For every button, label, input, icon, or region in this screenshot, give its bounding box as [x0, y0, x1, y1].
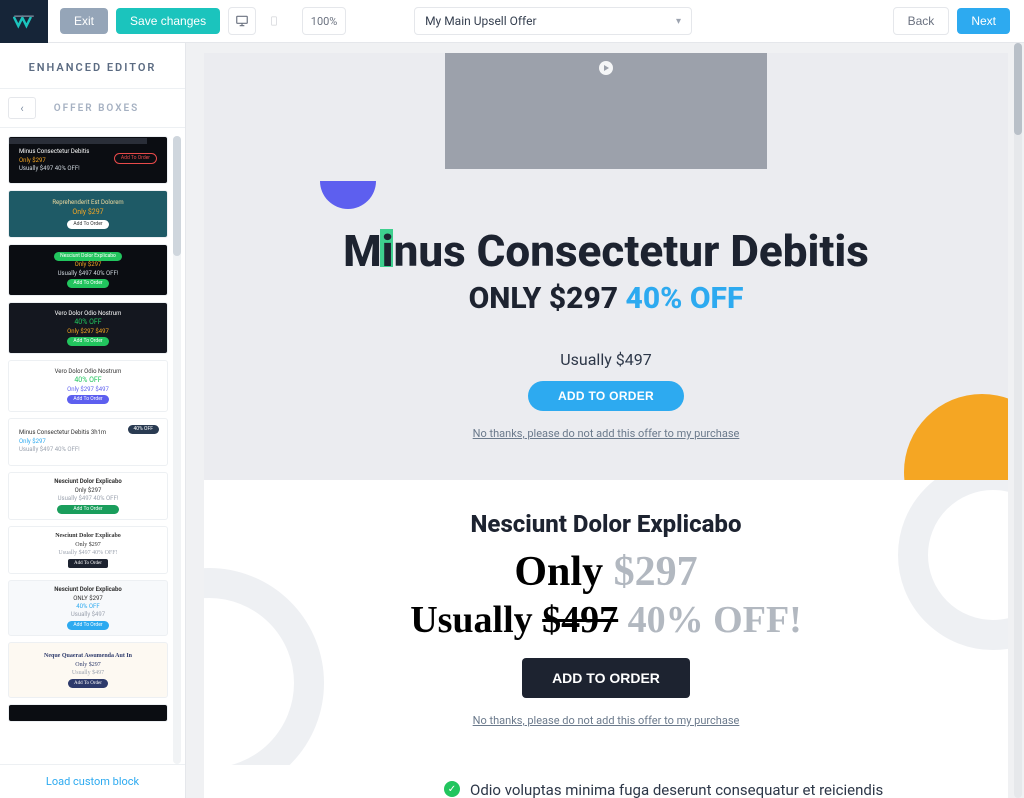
- template-thumb-4[interactable]: Vero Dolor Odio Nostrum 40% OFF Only $29…: [8, 302, 168, 354]
- section-breadcrumb: ‹ OFFER BOXES: [0, 88, 185, 128]
- template-thumb-6[interactable]: Minus Consectetur Debitis 3h1m Only $297…: [8, 418, 168, 466]
- template-thumb-2[interactable]: Reprehenderit Est Dolorem Only $297 Add …: [8, 190, 168, 238]
- zoom-level[interactable]: 100%: [302, 7, 346, 35]
- load-custom-block-button[interactable]: Load custom block: [0, 764, 185, 798]
- sidebar-scrollbar-thumb[interactable]: [173, 136, 181, 256]
- template-list: Minus Consectetur Debitis Only $297 Usua…: [0, 136, 185, 764]
- exit-button[interactable]: Exit: [60, 8, 108, 34]
- play-icon: [599, 61, 613, 75]
- template-thumb-1[interactable]: Minus Consectetur Debitis Only $297 Usua…: [8, 136, 168, 184]
- canvas-scrollbar-thumb[interactable]: [1014, 43, 1022, 135]
- template-thumb-10[interactable]: Neque Quaerat Assumenda Aut In Only $297…: [8, 642, 168, 698]
- mobile-view-button[interactable]: [260, 7, 288, 35]
- back-button[interactable]: Back: [893, 7, 950, 35]
- canvas: Minus Consectetur Debitis ONLY $297 40% …: [186, 43, 1024, 798]
- template-thumb-11[interactable]: [8, 704, 168, 722]
- device-toggle-group: [228, 7, 288, 35]
- add-to-order-button-2[interactable]: ADD TO ORDER: [522, 658, 690, 698]
- decoration-circle: [904, 394, 1008, 480]
- logo-icon: [11, 8, 37, 34]
- block2-title[interactable]: Nesciunt Dolor Explicabo: [204, 510, 1008, 538]
- template-thumb-9[interactable]: Nesciunt Dolor Explicabo ONLY $297 40% O…: [8, 580, 168, 636]
- offer-select[interactable]: My Main Upsell Offer ▾: [414, 7, 692, 35]
- sidebar-back-button[interactable]: ‹: [8, 97, 36, 119]
- template-thumb-7[interactable]: Nesciunt Dolor Explicabo Only $297 Usual…: [8, 472, 168, 520]
- page-preview[interactable]: Minus Consectetur Debitis ONLY $297 40% …: [204, 53, 1008, 798]
- no-thanks-link-2[interactable]: No thanks, please do not add this offer …: [204, 714, 1008, 727]
- no-thanks-link[interactable]: No thanks, please do not add this offer …: [204, 427, 1008, 440]
- mobile-icon: [269, 14, 279, 28]
- sidebar: ENHANCED EDITOR ‹ OFFER BOXES Minus Cons…: [0, 43, 186, 798]
- app-logo[interactable]: [0, 0, 48, 43]
- bullets-block[interactable]: ✓ Odio voluptas minima fuga deserunt con…: [204, 765, 1008, 798]
- topbar: Exit Save changes 100% My Main Upsell Of…: [0, 0, 1024, 43]
- hero-block[interactable]: Minus Consectetur Debitis ONLY $297 40% …: [204, 53, 1008, 480]
- offer-block-2[interactable]: Nesciunt Dolor Explicabo Only $297 Usual…: [204, 480, 1008, 765]
- canvas-scrollbar-track: [1014, 43, 1022, 798]
- video-placeholder[interactable]: [445, 53, 767, 169]
- bullet-text: Odio voluptas minima fuga deserunt conse…: [470, 779, 948, 798]
- chevron-down-icon: ▾: [676, 16, 681, 27]
- offer-select-value: My Main Upsell Offer: [425, 14, 536, 28]
- section-title: OFFER BOXES: [36, 103, 185, 114]
- template-thumb-3[interactable]: Nesciunt Dolor Explicabo Only $297 Usual…: [8, 244, 168, 296]
- template-thumb-5[interactable]: Vero Dolor Odio Nostrum 40% OFF Only $29…: [8, 360, 168, 412]
- desktop-icon: [235, 14, 249, 28]
- check-icon: ✓: [444, 781, 460, 797]
- bullet-item[interactable]: ✓ Odio voluptas minima fuga deserunt con…: [444, 779, 948, 798]
- decoration-semicircle: [320, 181, 376, 209]
- desktop-view-button[interactable]: [228, 7, 256, 35]
- hero-heading[interactable]: Minus Consectetur Debitis: [204, 225, 1008, 277]
- add-to-order-button[interactable]: ADD TO ORDER: [528, 381, 684, 411]
- sidebar-title: ENHANCED EDITOR: [0, 43, 185, 88]
- next-button[interactable]: Next: [957, 8, 1010, 34]
- block2-usually-price[interactable]: Usually $497 40% OFF!: [204, 598, 1008, 642]
- hero-price-line[interactable]: ONLY $297 40% OFF: [204, 281, 1008, 316]
- block2-only-price[interactable]: Only $297: [204, 548, 1008, 596]
- save-changes-button[interactable]: Save changes: [116, 8, 220, 34]
- template-thumb-8[interactable]: Nesciunt Dolor Explicabo Only $297 Usual…: [8, 526, 168, 574]
- hero-usually[interactable]: Usually $497: [204, 350, 1008, 369]
